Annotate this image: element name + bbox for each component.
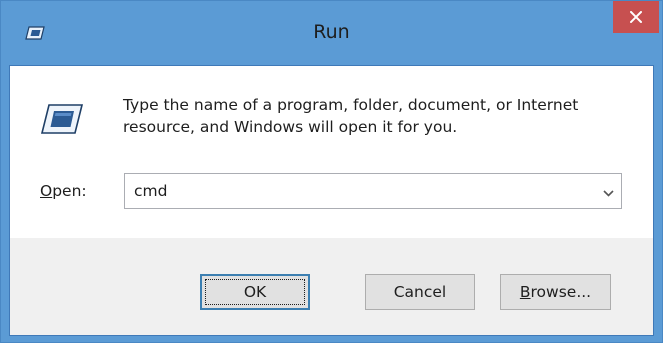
chevron-down-icon [602, 182, 614, 201]
cancel-button[interactable]: Cancel [365, 274, 475, 310]
ok-button[interactable]: OK [200, 274, 310, 310]
window-title: Run [313, 21, 350, 43]
button-bar: OK Cancel Browse... [10, 238, 653, 335]
browse-button[interactable]: Browse... [500, 274, 611, 310]
open-dropdown-button[interactable] [595, 174, 621, 208]
run-icon [40, 102, 84, 136]
close-button[interactable] [613, 1, 659, 33]
instruction-text: Type the name of a program, folder, docu… [123, 96, 579, 136]
browse-accesskey: B [519, 283, 531, 301]
open-input[interactable] [125, 174, 595, 208]
title-bar[interactable]: Run [1, 1, 662, 65]
open-label-rest: pen: [52, 182, 87, 200]
close-icon [629, 8, 643, 27]
dialog-body: Type the name of a program, folder, docu… [9, 65, 654, 336]
open-combobox[interactable] [124, 173, 622, 209]
ok-button-label: OK [243, 283, 267, 301]
open-label: Open: [40, 182, 87, 200]
run-dialog-window: Run Type the name of a program, folder, … [0, 0, 663, 343]
cancel-button-label: Cancel [393, 283, 447, 301]
browse-button-label: rowse... [530, 283, 592, 301]
open-label-accesskey: O [40, 182, 53, 200]
